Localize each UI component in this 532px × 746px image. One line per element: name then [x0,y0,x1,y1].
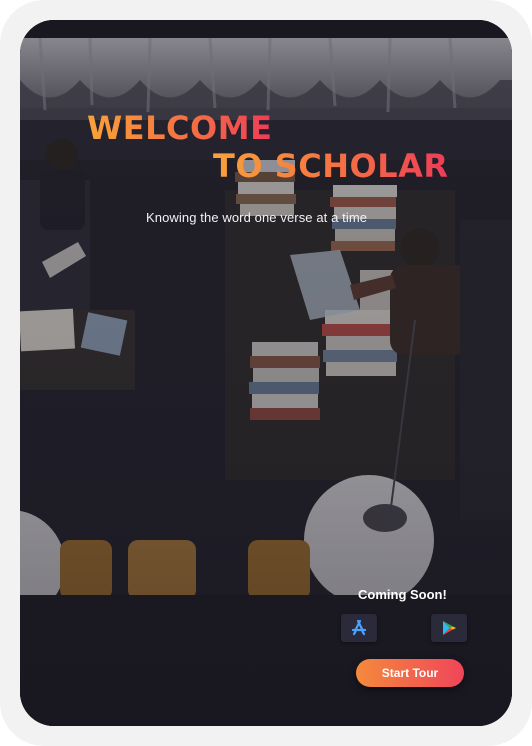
start-tour-button[interactable]: Start Tour [356,659,464,687]
google-play-icon [443,621,456,635]
app-screen: WELCOME TO SCHOLAR Knowing the word one … [20,20,512,726]
welcome-title-line1: WELCOME [87,109,273,147]
device-frame: WELCOME TO SCHOLAR Knowing the word one … [0,0,532,746]
tagline: Knowing the word one verse at a time [146,210,368,225]
app-store-icon [351,619,367,636]
google-play-button[interactable] [431,614,467,642]
app-store-button[interactable] [341,614,377,642]
coming-soon-label: Coming Soon! [358,587,447,602]
welcome-title-line2: TO SCHOLAR [213,147,449,185]
